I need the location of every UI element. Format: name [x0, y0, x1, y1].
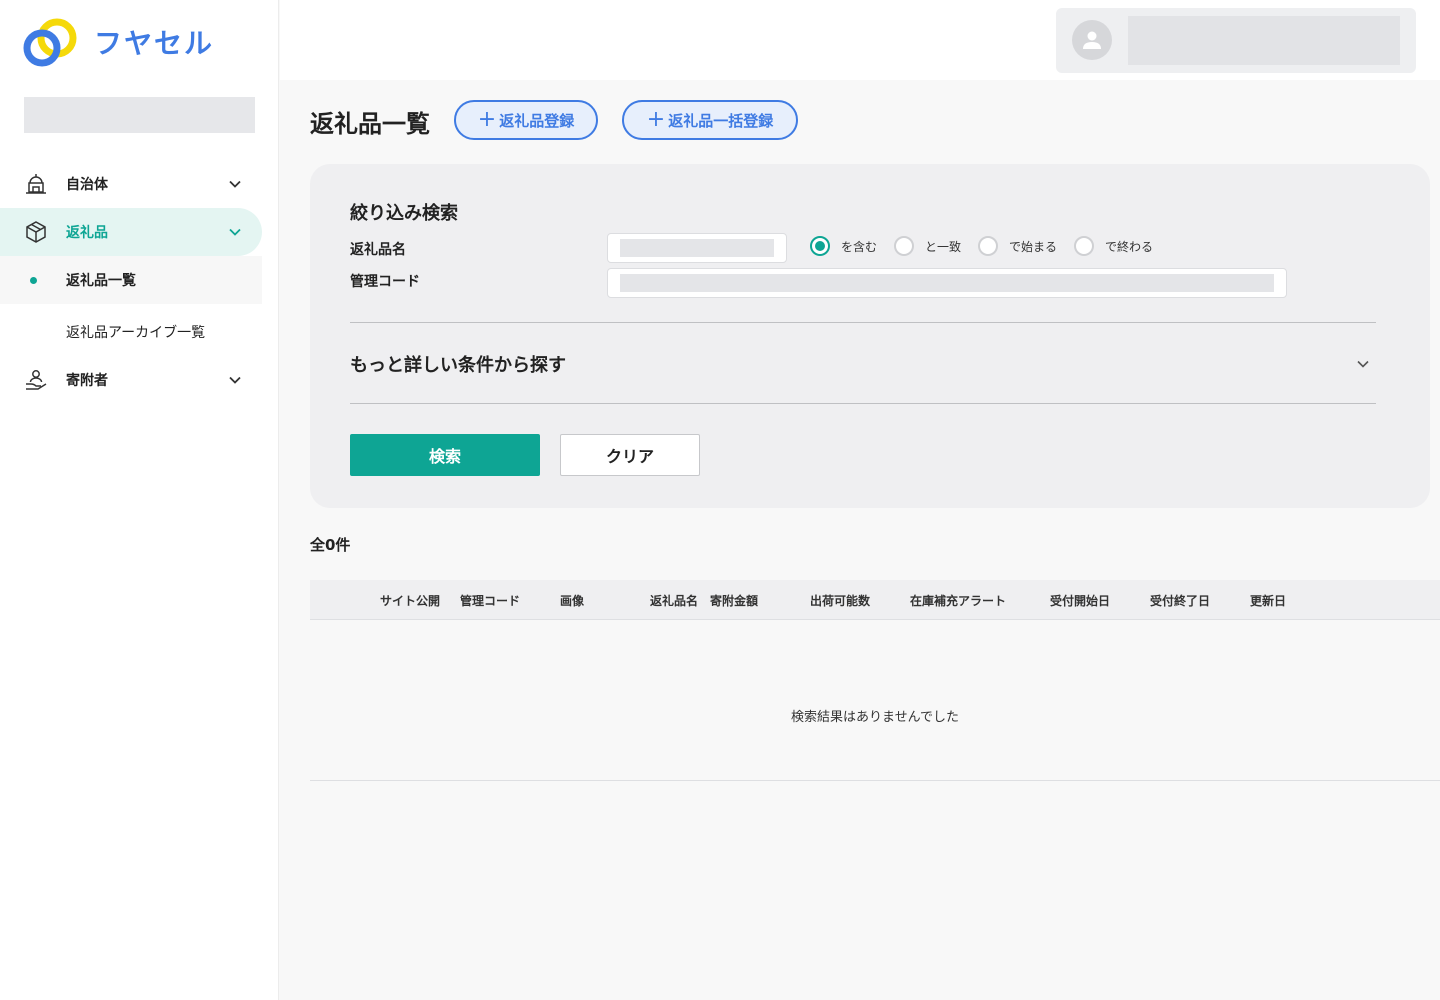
logo-mark-icon	[23, 18, 77, 67]
management-code-label: 管理コード	[350, 274, 420, 290]
sidebar-item-label: 自治体	[66, 177, 108, 193]
management-code-input[interactable]	[607, 268, 1287, 298]
sidebar-nav: 自治体 返礼品 返礼品一覧 返礼品アーカイブ一覧 寄附者	[0, 160, 262, 404]
column-header[interactable]: 受付終了日	[1150, 592, 1210, 609]
column-header[interactable]: 管理コード	[460, 592, 520, 609]
divider	[350, 403, 1376, 404]
gift-name-label: 返礼品名	[350, 242, 406, 258]
register-gift-button[interactable]: + 返礼品登録	[454, 100, 598, 140]
top-header	[280, 0, 1440, 80]
hand-person-icon	[24, 368, 48, 392]
plus-icon: +	[477, 107, 497, 132]
current-indicator-dot	[30, 277, 37, 284]
chevron-down-icon	[1357, 360, 1369, 368]
search-button[interactable]: 検索	[350, 434, 540, 476]
column-header[interactable]: 在庫補充アラート	[910, 592, 1006, 609]
empty-results-message: 検索結果はありませんでした	[791, 710, 959, 725]
sidebar-subitem-gift-archive[interactable]: 返礼品アーカイブ一覧	[0, 308, 262, 356]
results-table-body: 検索結果はありませんでした	[310, 620, 1440, 781]
radio-unchecked-icon	[1074, 236, 1095, 256]
radio-ends-with[interactable]: で終わる	[1074, 236, 1153, 256]
city-hall-icon	[24, 172, 48, 196]
sidebar-item-gifts[interactable]: 返礼品	[0, 208, 262, 256]
radio-exact[interactable]: と一致	[894, 236, 961, 256]
radio-unchecked-icon	[894, 236, 915, 256]
sidebar-item-label: 返礼品	[66, 225, 108, 241]
user-avatar-icon	[1072, 20, 1112, 60]
column-header[interactable]: 更新日	[1250, 592, 1286, 609]
results-table-header: サイト公開 管理コード 画像 返礼品名 寄附金額 出荷可能数 在庫補充アラート …	[310, 580, 1440, 620]
search-panel-heading: 絞り込み検索	[350, 203, 458, 224]
organization-name-placeholder	[24, 97, 255, 133]
user-name-placeholder	[1128, 16, 1400, 65]
chevron-down-icon	[229, 180, 241, 188]
page-title: 返礼品一覧	[310, 110, 430, 138]
chevron-down-icon	[229, 376, 241, 384]
sidebar-item-municipality[interactable]: 自治体	[0, 160, 262, 208]
search-panel: 絞り込み検索 返礼品名 を含む と一致 で始まる で終わる 管理コード もっと詳…	[310, 164, 1430, 508]
radio-label: と一致	[925, 239, 962, 254]
column-header[interactable]: 出荷可能数	[810, 592, 870, 609]
sidebar-item-label: 寄附者	[66, 373, 108, 389]
match-type-radio-group: を含む と一致 で始まる で終わる	[810, 236, 1170, 256]
chevron-down-icon	[229, 228, 241, 236]
gift-name-input-placeholder	[620, 239, 774, 257]
register-gift-button-label: 返礼品登録	[499, 111, 575, 130]
radio-label: で終わる	[1105, 239, 1154, 254]
radio-label: を含む	[841, 239, 878, 254]
divider	[350, 322, 1376, 323]
radio-starts-with[interactable]: で始まる	[978, 236, 1057, 256]
sidebar-subitem-label: 返礼品一覧	[66, 273, 136, 289]
radio-unchecked-icon	[978, 236, 999, 256]
management-code-input-placeholder	[620, 274, 1274, 292]
gift-name-input[interactable]	[607, 233, 787, 263]
column-header[interactable]: サイト公開	[380, 592, 440, 609]
logo-text: フヤセル	[94, 27, 215, 60]
radio-checked-icon	[810, 236, 830, 256]
user-menu[interactable]	[1056, 8, 1416, 73]
column-header[interactable]: 寄附金額	[710, 592, 758, 609]
sidebar-subitem-gift-list[interactable]: 返礼品一覧	[0, 256, 262, 304]
logo[interactable]: フヤセル	[22, 16, 214, 68]
sidebar-subitem-label: 返礼品アーカイブ一覧	[66, 325, 206, 341]
column-header[interactable]: 画像	[560, 592, 584, 609]
package-icon	[24, 220, 48, 244]
radio-label: で始まる	[1009, 239, 1058, 254]
sidebar-item-donors[interactable]: 寄附者	[0, 356, 262, 404]
clear-button[interactable]: クリア	[560, 434, 700, 476]
radio-contains[interactable]: を含む	[810, 236, 877, 256]
column-header[interactable]: 返礼品名	[650, 592, 698, 609]
sidebar: フヤセル 自治体 返礼品 返礼品一覧 返礼品アーカイブ一覧 寄附者	[0, 0, 279, 1000]
bulk-register-gift-button[interactable]: + 返礼品一括登録	[622, 100, 798, 140]
advanced-search-toggle[interactable]: もっと詳しい条件から探す	[350, 324, 1376, 404]
column-header[interactable]: 受付開始日	[1050, 592, 1110, 609]
result-count: 全0件	[310, 536, 351, 554]
plus-icon: +	[646, 107, 666, 132]
advanced-search-label: もっと詳しい条件から探す	[350, 355, 566, 376]
bulk-register-gift-button-label: 返礼品一括登録	[668, 111, 774, 130]
